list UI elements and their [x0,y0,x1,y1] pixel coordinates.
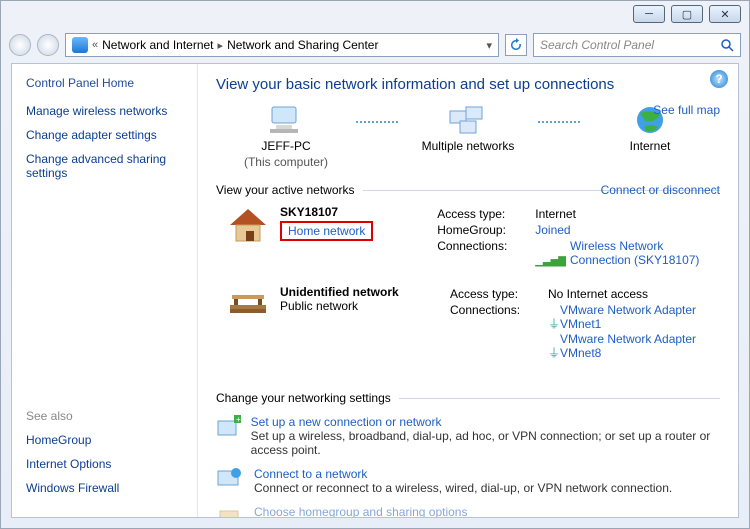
network2-type: Public network [280,299,399,313]
setup-connection-icon: + [216,415,241,439]
map-multi-label: Multiple networks [398,139,538,153]
setting-homegroup-options-title[interactable]: Choose homegroup and sharing options [254,505,467,517]
signal-icon: ▁▃▅▇ [535,256,566,267]
pc-icon [266,103,306,137]
connect-network-icon [216,467,244,491]
address-bar[interactable]: « Network and Internet ▸ Network and Sha… [65,33,499,57]
map-internet-label: Internet [580,139,720,153]
network-name-block: SKY18107 Home network [280,205,373,269]
attr2-key-access: Access type: [450,287,540,301]
setting-homegroup-options[interactable]: Choose homegroup and sharing options [216,505,720,517]
network-name: SKY18107 [280,205,373,219]
map-link-2 [538,121,580,123]
attr2-val-access: No Internet access [548,287,648,301]
see-also-windows-firewall[interactable]: Windows Firewall [26,481,189,495]
setting-setup-connection-desc: Set up a wireless, broadband, dial-up, a… [251,429,720,457]
window: ─ ▢ ✕ « Network and Internet ▸ Network a… [0,0,750,529]
chevron-right-icon: ▸ [218,39,224,52]
right-panel: ? View your basic network information an… [198,64,738,517]
minimize-button[interactable]: ─ [633,5,665,23]
attr2-conn-1[interactable]: VMware Network Adapter VMnet8 [560,332,720,360]
network2-attrs: Access type: No Internet access Connectio… [450,285,720,363]
setting-setup-connection-title[interactable]: Set up a new connection or network [251,415,720,429]
setting-setup-connection[interactable]: + Set up a new connection or network Set… [216,415,720,457]
toolbar: « Network and Internet ▸ Network and Sha… [1,29,749,61]
network-map: JEFF-PC (This computer) Multiple network… [216,103,720,169]
breadcrumb-back[interactable]: « [92,39,98,51]
map-pc-name: JEFF-PC [216,139,356,153]
public-network-icon [224,285,272,325]
map-link-1 [356,121,398,123]
see-full-map-link[interactable]: See full map [653,103,720,117]
map-pc-sub: (This computer) [216,155,356,169]
attr-val-access: Internet [535,207,576,221]
attr-key-connections: Connections: [437,239,527,267]
network-attrs: Access type: Internet HomeGroup: Joined Co… [437,205,720,269]
attr2-key-connections: Connections: [450,303,540,361]
setting-connect-network-title[interactable]: Connect to a network [254,467,672,481]
network-row-unidentified: Unidentified network Public network Acce… [216,283,720,377]
window-controls: ─ ▢ ✕ [633,5,741,23]
refresh-button[interactable] [505,34,527,56]
see-also-homegroup[interactable]: HomeGroup [26,433,189,447]
map-node-multiple: Multiple networks [398,103,538,153]
control-panel-home-link[interactable]: Control Panel Home [26,76,193,90]
breadcrumb-current[interactable]: Network and Sharing Center [227,38,378,52]
help-icon[interactable]: ? [710,70,728,88]
setting-connect-network-desc: Connect or reconnect to a wireless, wire… [254,481,672,495]
change-settings-header: Change your networking settings [216,391,720,405]
search-icon [720,38,734,52]
nav-forward-button[interactable] [37,34,59,56]
multi-network-icon [448,103,488,137]
attr-val-homegroup[interactable]: Joined [535,223,570,237]
connect-or-disconnect-link[interactable]: Connect or disconnect [601,183,720,197]
see-also-block: See also HomeGroup Internet Options Wind… [26,409,189,505]
close-button[interactable]: ✕ [709,5,741,23]
search-input[interactable]: Search Control Panel [533,33,741,57]
network-type-link[interactable]: Home network [288,224,365,238]
breadcrumb-dropdown[interactable]: ▾ [486,39,492,52]
maximize-button[interactable]: ▢ [671,5,703,23]
content-frame: Control Panel Home Manage wireless netwo… [11,63,739,518]
sidebar-link-adapter[interactable]: Change adapter settings [26,128,193,142]
refresh-icon [509,38,523,52]
sidebar-link-wireless[interactable]: Manage wireless networks [26,104,193,118]
page-title: View your basic network information and … [216,76,720,93]
home-network-icon [224,205,272,245]
active-networks-label: View your active networks [216,183,355,197]
breadcrumb-root[interactable]: Network and Internet [102,38,213,52]
network2-name: Unidentified network [280,285,399,299]
active-networks-header: View your active networks Connect or dis… [216,183,720,197]
network-row-sky18107: SKY18107 Home network Access type: Intern… [216,203,720,283]
see-also-internet-options[interactable]: Internet Options [26,457,189,471]
control-panel-icon [72,37,88,53]
network-type-highlight: Home network [280,221,373,241]
adapter-icon: ⏚ [548,344,560,361]
attr-key-access: Access type: [437,207,527,221]
homegroup-icon [216,505,244,517]
map-node-pc: JEFF-PC (This computer) [216,103,356,169]
left-panel: Control Panel Home Manage wireless netwo… [12,64,198,517]
network-name-block-2: Unidentified network Public network [280,285,399,363]
search-placeholder: Search Control Panel [540,38,654,52]
setting-connect-network[interactable]: Connect to a network Connect or reconnec… [216,467,720,495]
change-settings-label: Change your networking settings [216,391,391,405]
svg-text:+: + [236,415,241,424]
sidebar-link-sharing[interactable]: Change advanced sharing settings [26,152,193,180]
adapter-icon: ⏚ [548,315,560,332]
attr-key-homegroup: HomeGroup: [437,223,527,237]
attr-val-connections[interactable]: Wireless Network Connection (SKY18107) [570,239,720,267]
attr2-conn-0[interactable]: VMware Network Adapter VMnet1 [560,303,720,331]
see-also-heading: See also [26,409,189,423]
nav-back-button[interactable] [9,34,31,56]
